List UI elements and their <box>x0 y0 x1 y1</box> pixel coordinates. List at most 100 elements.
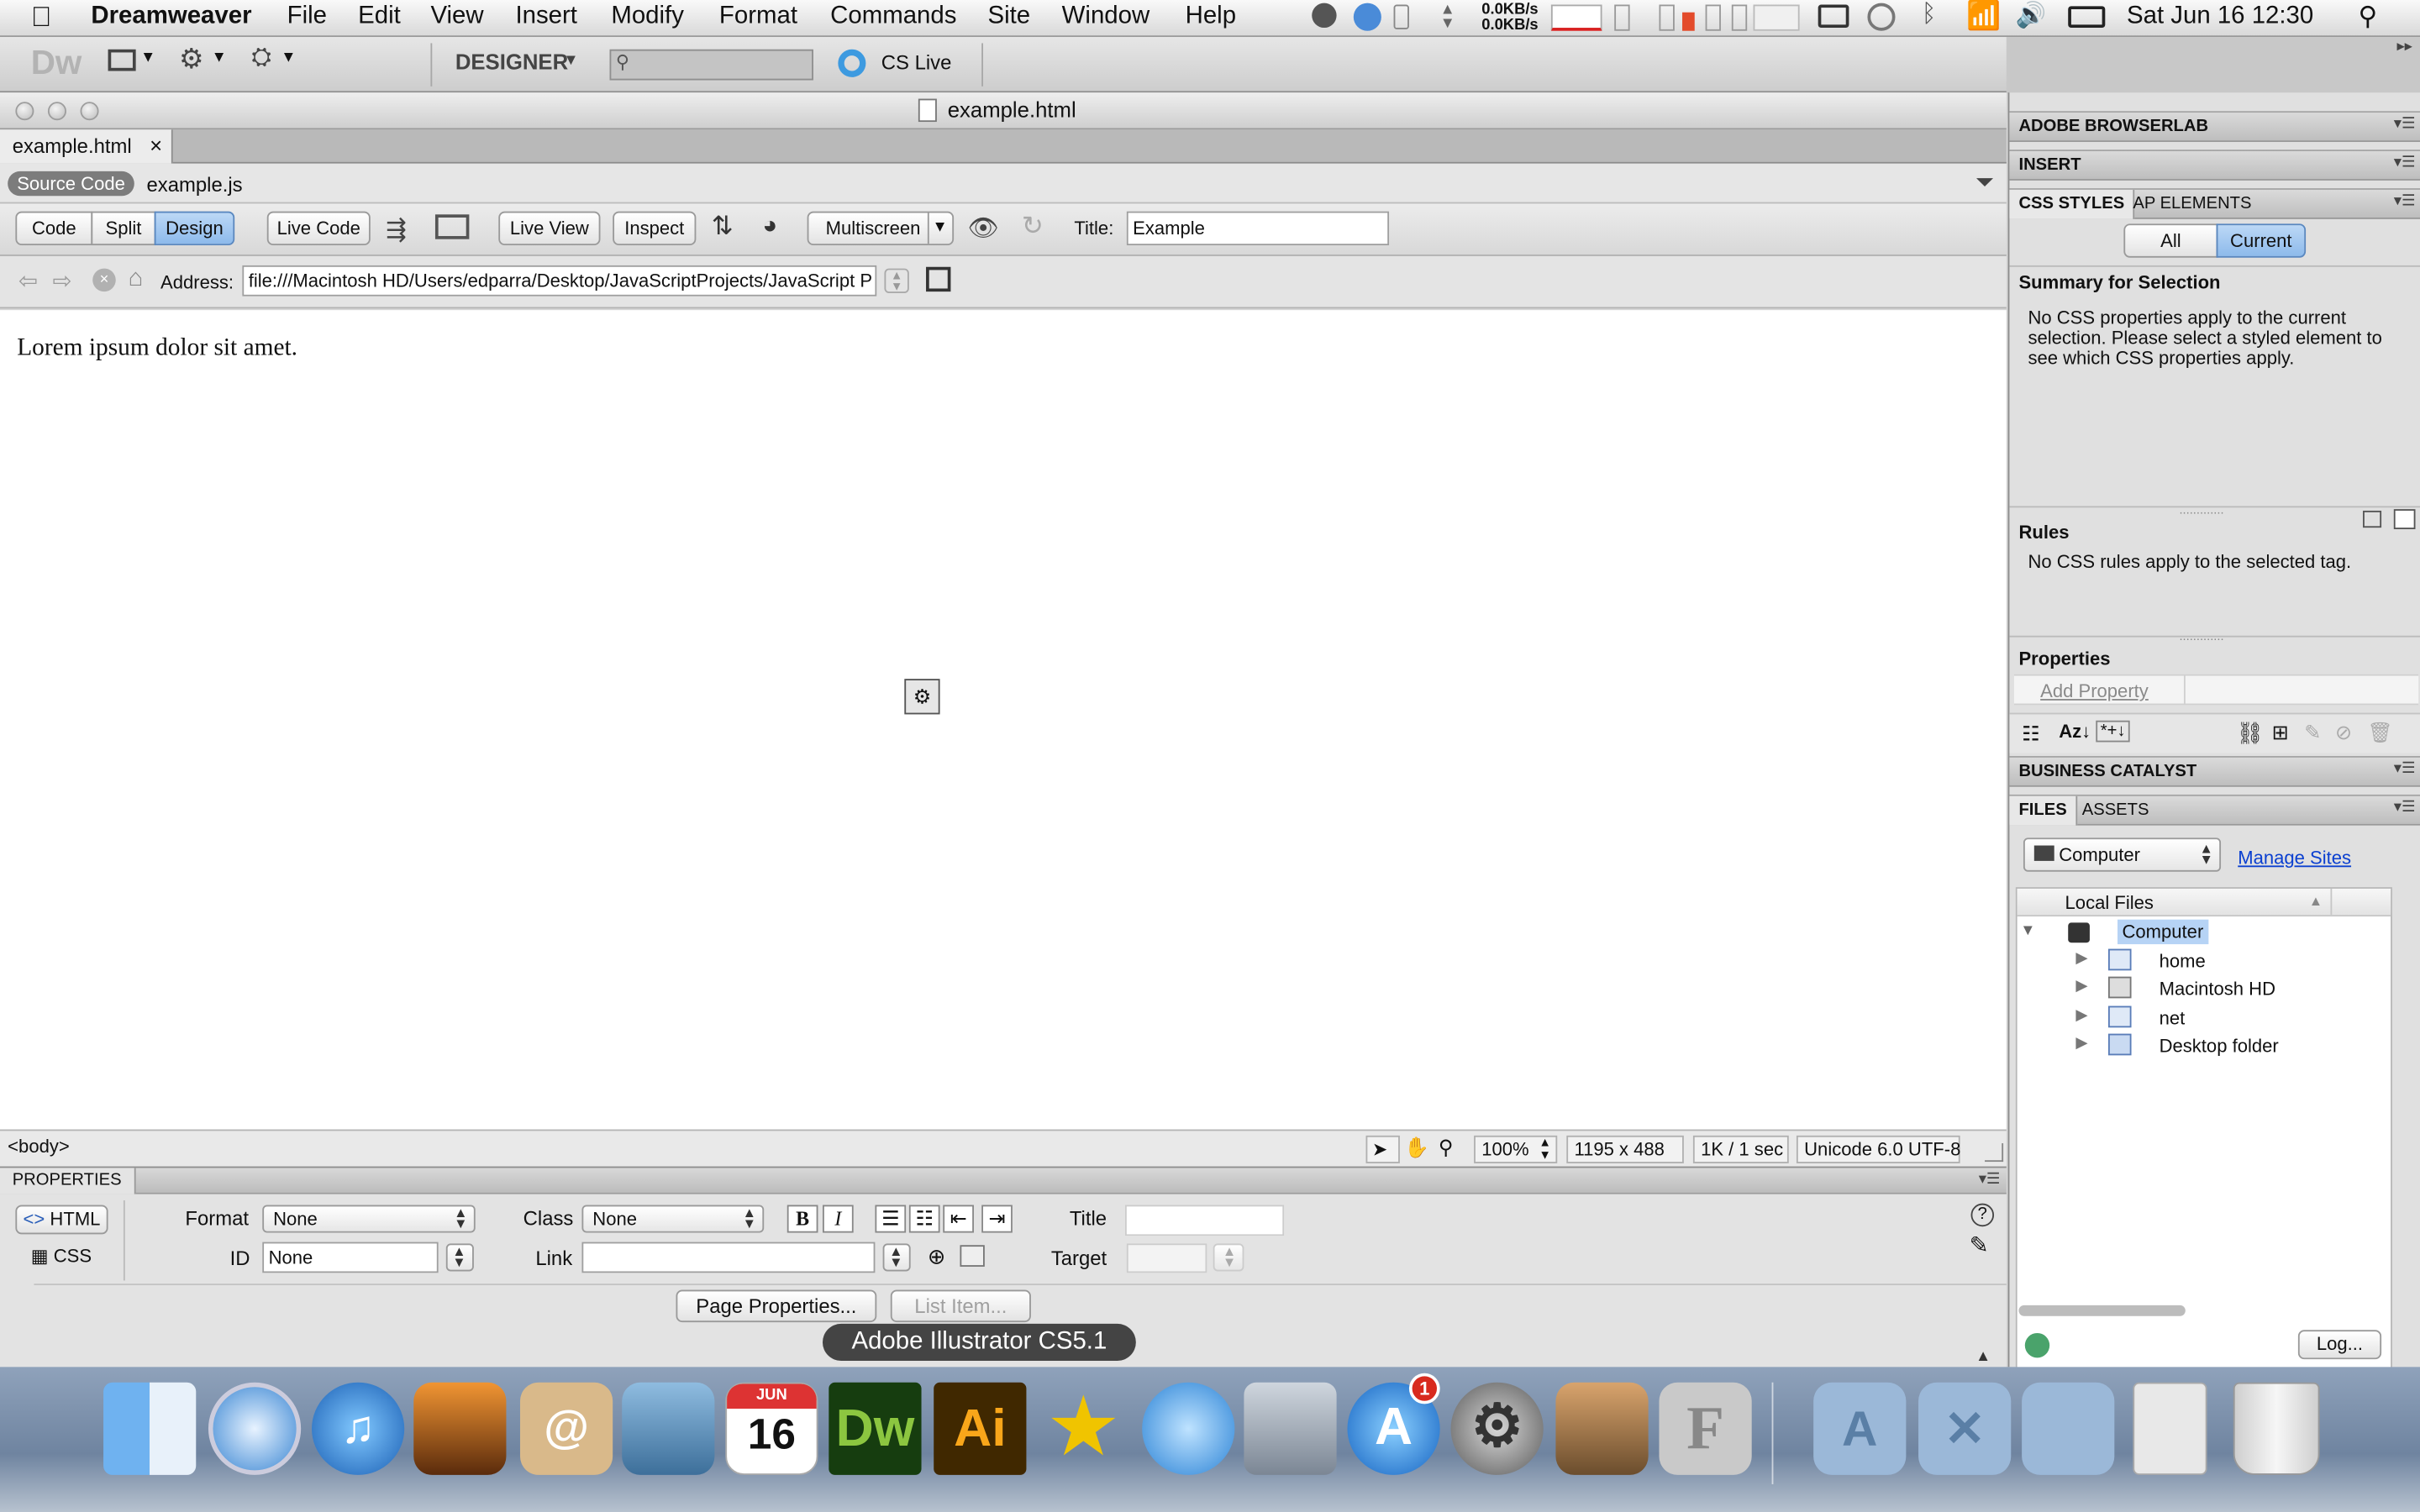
new-css-rule-icon[interactable]: ⊞ <box>2272 721 2289 745</box>
workspace-switcher[interactable]: DESIGNER <box>455 50 568 74</box>
refresh-icon[interactable]: ↻ <box>1022 212 1044 243</box>
menu-modify[interactable]: Modify <box>611 3 684 31</box>
alpha-view-icon[interactable]: Az↓ <box>2059 721 2091 743</box>
menu-help[interactable]: Help <box>1186 3 1236 31</box>
display-icon[interactable] <box>1818 4 1849 29</box>
bold-button[interactable]: B <box>786 1205 818 1233</box>
fan-meter-icon[interactable] <box>1731 4 1748 31</box>
zoom-select[interactable]: 100% ▲ ▼ <box>1474 1135 1558 1163</box>
document-tab[interactable]: example.html × <box>0 129 173 164</box>
css-all-button[interactable]: All <box>2123 223 2218 258</box>
visual-aids-icon[interactable]: 👁 <box>968 213 999 244</box>
disable-property-icon[interactable]: ⊘ <box>2335 721 2352 745</box>
quick-tag-editor-icon[interactable]: ✎ <box>1970 1231 1989 1259</box>
safari-icon[interactable] <box>208 1382 302 1475</box>
tree-item-home[interactable]: home <box>2160 950 2206 972</box>
file-transfer-icon[interactable]: ⇅ <box>712 212 734 243</box>
sync-icon[interactable] <box>1353 3 1381 31</box>
tree-item-net[interactable]: net <box>2160 1007 2186 1029</box>
memory-icon[interactable] <box>1393 4 1409 29</box>
live-code-button[interactable]: Live Code <box>266 211 371 246</box>
edit-rule-icon[interactable]: ✎ <box>2304 721 2321 745</box>
chevron-down-icon[interactable]: ▼ <box>281 50 296 66</box>
trash-icon[interactable] <box>2233 1382 2320 1475</box>
window-size-select[interactable]: 1195 x 488 <box>1566 1135 1684 1163</box>
spotlight-search-icon[interactable]: ⚲ <box>2359 2 2378 33</box>
outdent-icon[interactable]: ⇤ <box>943 1205 974 1233</box>
wifi-icon[interactable]: 📶 <box>1966 0 2001 33</box>
italic-button[interactable]: I <box>822 1205 854 1233</box>
mail-icon[interactable] <box>622 1382 715 1475</box>
collapse-triangle-icon[interactable]: ▶ <box>2075 1007 2087 1024</box>
menu-commands[interactable]: Commands <box>830 3 956 31</box>
preview-browser-icon[interactable]: ◕ <box>762 213 777 240</box>
id-select[interactable]: ▲ ▼ <box>445 1243 474 1272</box>
set-properties-icon[interactable]: *+↓ <box>2096 720 2131 743</box>
clock[interactable]: Sat Jun 16 12:30 <box>2127 3 2313 31</box>
target-select[interactable]: ▲ ▼ <box>1213 1243 1244 1272</box>
class-select[interactable]: None ▲ ▼ <box>581 1205 765 1233</box>
activity-graph-icon[interactable] <box>1753 4 1800 31</box>
zoom-tool-icon[interactable]: ⚲ <box>1439 1136 1454 1160</box>
show-cascade-icon[interactable] <box>2363 510 2382 528</box>
close-window-button[interactable] <box>15 102 34 121</box>
menu-file[interactable]: File <box>287 3 327 31</box>
link-select[interactable]: ▲ ▼ <box>882 1243 911 1272</box>
chevron-down-icon[interactable]: ▼ <box>212 50 227 66</box>
zoom-window-button[interactable] <box>80 102 99 121</box>
column-local-files[interactable]: Local Files <box>2065 892 2154 914</box>
battery-icon[interactable] <box>2068 6 2106 29</box>
panel-menu-icon[interactable]: ▾☰ <box>2394 193 2416 210</box>
business-catalyst-tab[interactable]: BUSINESS CATALYST <box>2009 758 2206 787</box>
tab-ap-elements[interactable]: AP ELEMENTS <box>2123 190 2260 219</box>
browse-folder-icon[interactable] <box>960 1245 985 1267</box>
gear-icon[interactable]: ⚙ <box>179 43 204 76</box>
layout-icon[interactable] <box>108 49 136 71</box>
tree-item-computer[interactable]: Computer <box>2118 919 2208 945</box>
manage-sites-link[interactable]: Manage Sites <box>2238 847 2351 869</box>
cs-live-icon[interactable] <box>838 49 866 77</box>
collapse-up-icon[interactable]: ▲ <box>1975 1348 1991 1365</box>
menu-format[interactable]: Format <box>719 3 797 31</box>
imovie-icon[interactable]: ★ <box>1037 1383 1129 1475</box>
collapse-triangle-icon[interactable]: ▶ <box>2075 1035 2087 1052</box>
html-mode-button[interactable]: <> HTML <box>15 1205 108 1235</box>
activity-log-icon[interactable] <box>2024 1332 2050 1358</box>
attach-stylesheet-icon[interactable]: ⛓ <box>2236 721 2264 747</box>
time-machine-icon[interactable] <box>1867 3 1896 31</box>
chevron-down-icon[interactable]: ▼ <box>563 52 578 69</box>
id-input[interactable]: None <box>262 1242 439 1273</box>
panel-menu-icon[interactable]: ▾☰ <box>2394 155 2416 171</box>
cpu-meter-icon[interactable] <box>1614 4 1630 31</box>
home-icon[interactable]: ⌂ <box>128 265 143 293</box>
panel-menu-icon[interactable]: ▾☰ <box>1979 1171 2001 1188</box>
pointer-tool-icon[interactable]: ➤ <box>1365 1135 1400 1163</box>
point-to-file-icon[interactable]: ⊕ <box>928 1243 946 1269</box>
site-location-select[interactable]: Computer ▲ ▼ <box>2023 837 2222 872</box>
horizontal-scrollbar[interactable] <box>2018 1305 2186 1316</box>
volume-icon[interactable]: 🔊 <box>2016 0 2047 31</box>
dreamweaver-icon[interactable]: Dw <box>829 1382 922 1475</box>
gpu-meter-icon[interactable] <box>1705 4 1721 31</box>
menu-edit[interactable]: Edit <box>358 3 401 31</box>
add-property-link[interactable]: Add Property <box>2040 680 2149 702</box>
back-icon[interactable]: ⇦ <box>18 267 38 295</box>
resize-grip-icon[interactable] <box>1985 1143 2004 1163</box>
related-file-example-js[interactable]: example.js <box>146 173 242 197</box>
show-info-icon[interactable] <box>2393 509 2416 530</box>
system-preferences-icon[interactable]: ⚙ <box>1450 1382 1544 1475</box>
design-canvas[interactable]: Lorem ipsum dolor sit amet. ⚙ <box>0 310 2007 1130</box>
close-tab-icon[interactable]: × <box>150 133 162 157</box>
trash-icon[interactable]: 🗑 <box>2368 721 2393 745</box>
site-icon[interactable]: ⛭ <box>251 45 271 72</box>
font-book-icon[interactable]: F <box>1659 1382 1752 1475</box>
design-view-button[interactable]: Design <box>154 211 235 246</box>
menu-view[interactable]: View <box>430 3 483 31</box>
expand-triangle-icon[interactable]: ▼ <box>2020 922 2035 939</box>
panel-menu-icon[interactable]: ▾☰ <box>2394 761 2416 778</box>
hand-tool-icon[interactable]: ✋ <box>1404 1136 1429 1160</box>
iphoto-icon[interactable] <box>413 1382 507 1475</box>
tab-assets[interactable]: ASSETS <box>2073 796 2159 826</box>
documents-folder-icon[interactable] <box>2022 1382 2115 1475</box>
menu-site[interactable]: Site <box>988 3 1031 31</box>
